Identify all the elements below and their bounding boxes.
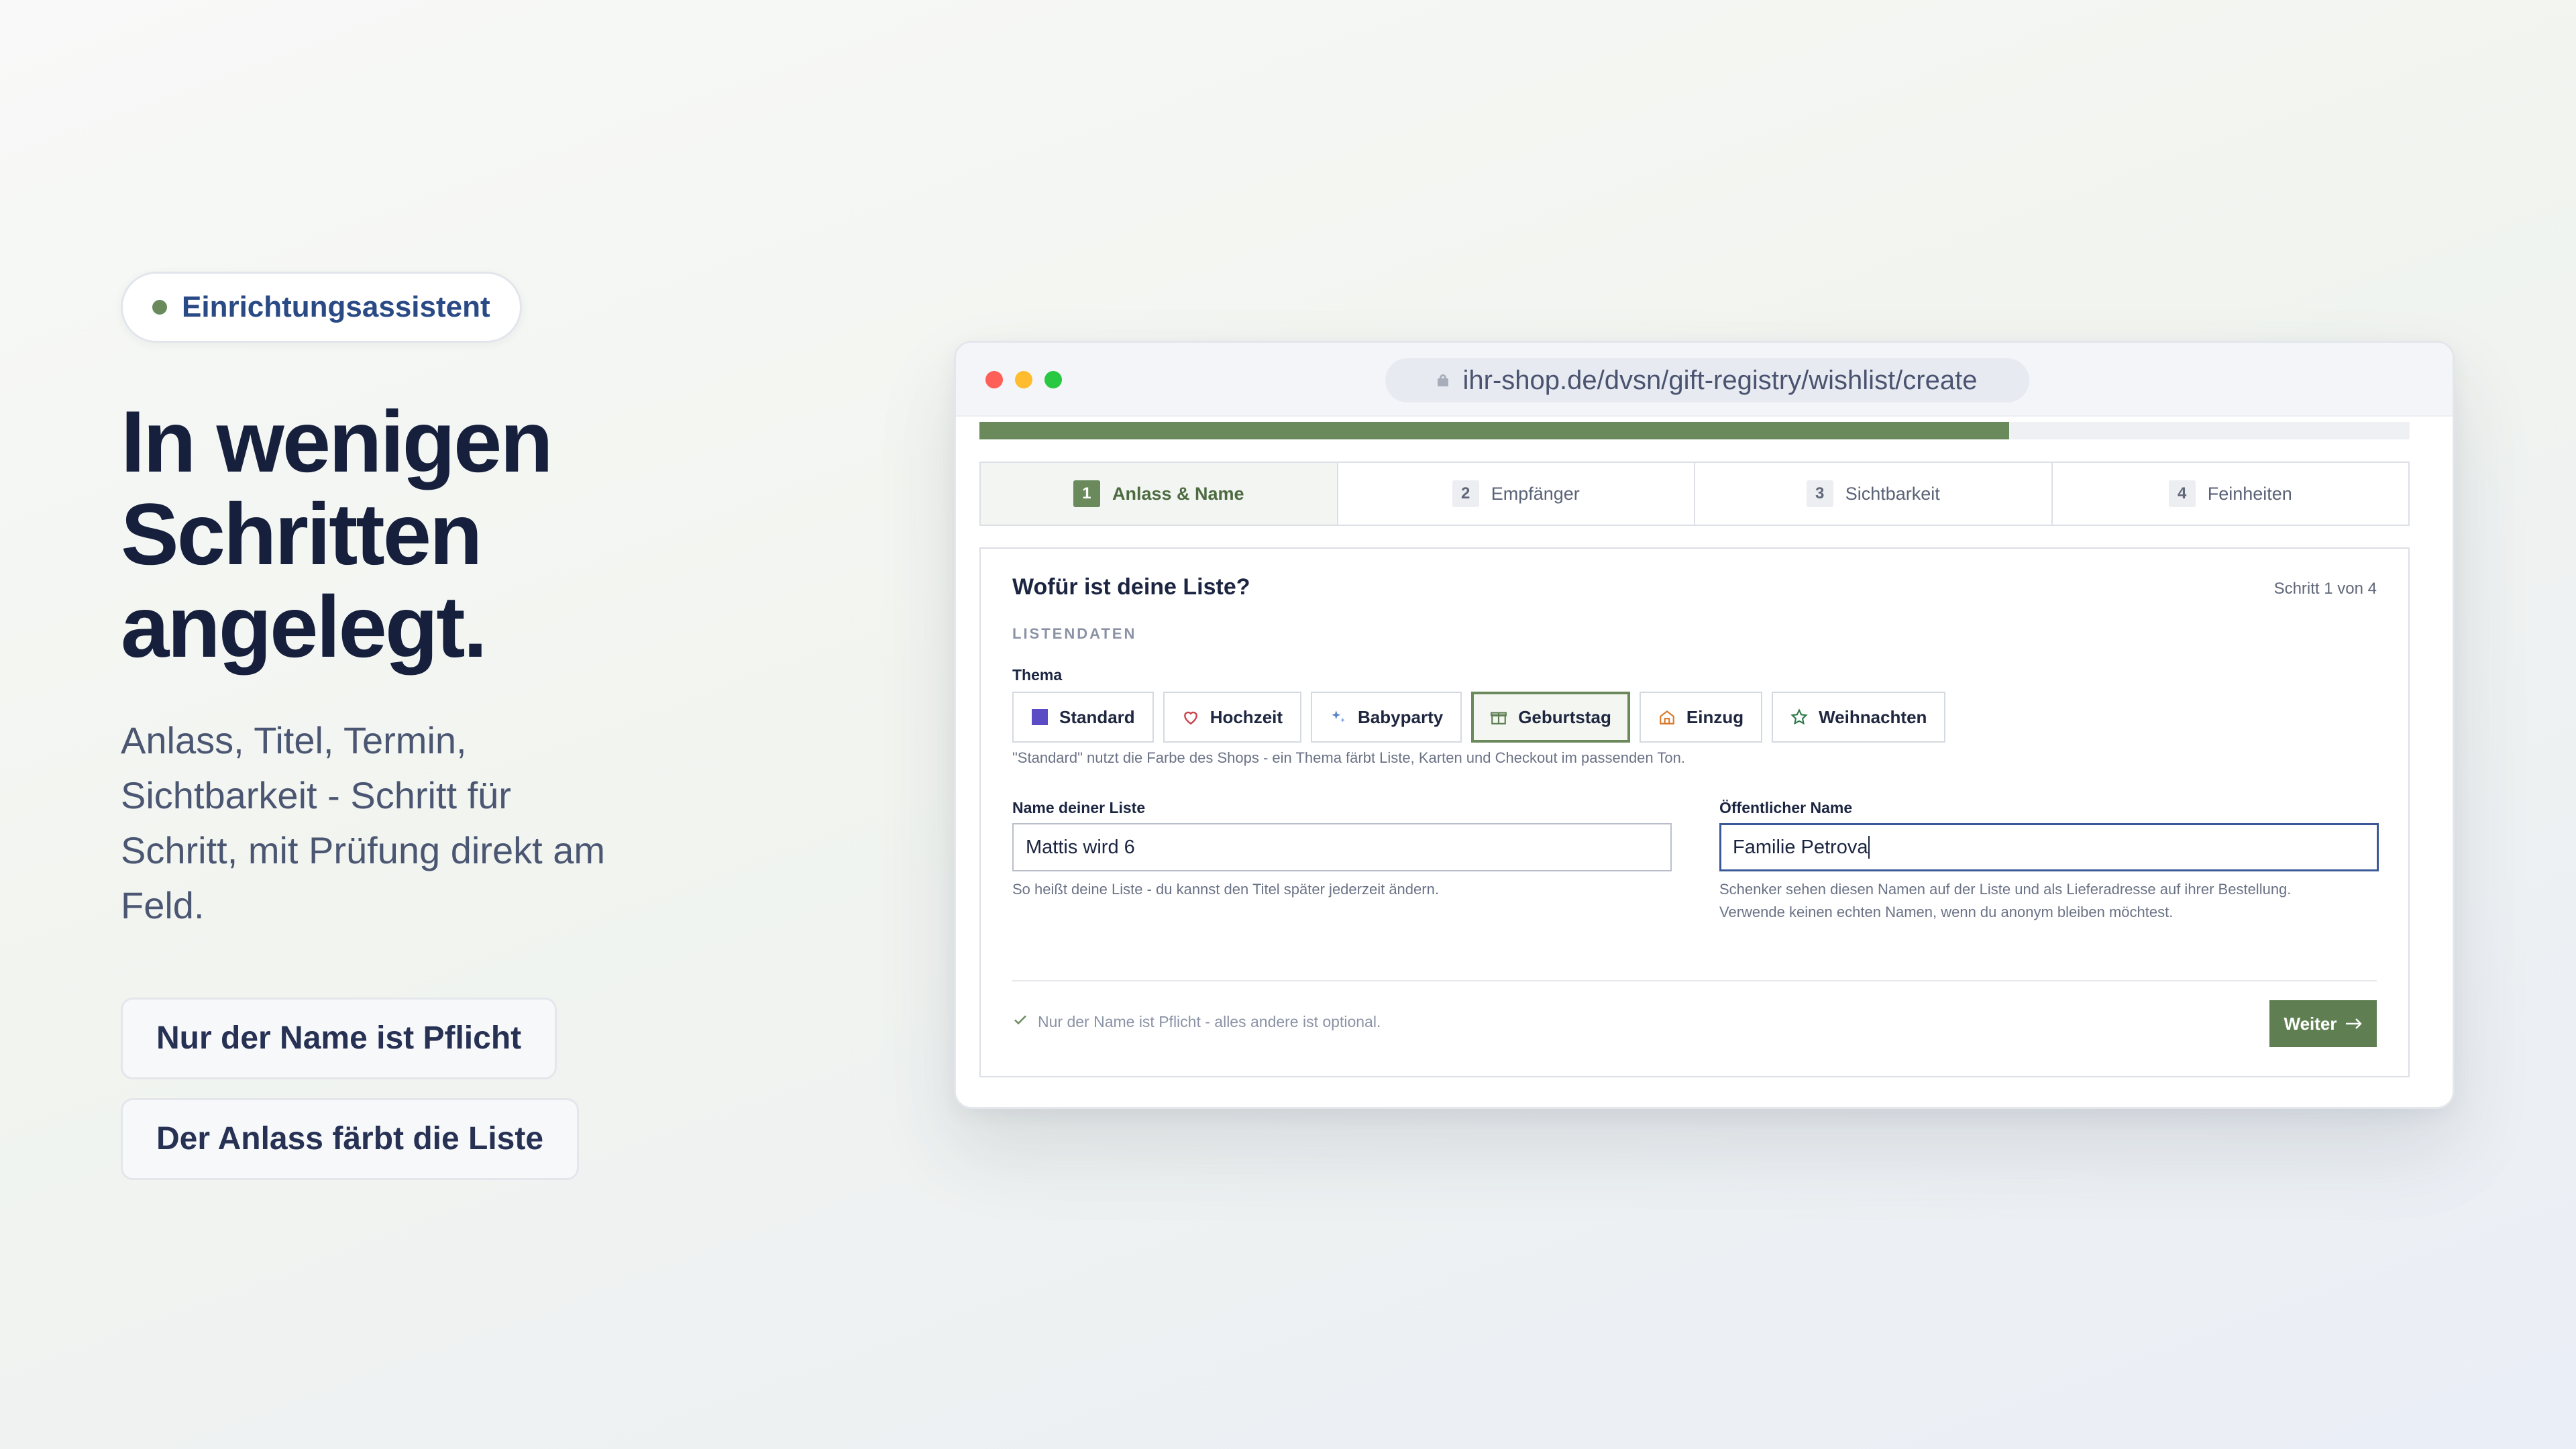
theme-option-weihnachten[interactable]: Weihnachten [1772, 692, 1946, 743]
text-caret [1868, 836, 1870, 859]
theme-help-text: "Standard" nutzt die Farbe des Shops - e… [1012, 749, 1685, 766]
step-label: Sichtbarkeit [1845, 483, 1940, 504]
square-icon [1031, 708, 1049, 726]
sparkle-icon [1330, 708, 1347, 726]
step-number: 2 [1452, 480, 1479, 507]
list-name-value: Mattis wird 6 [1026, 836, 1135, 858]
theme-option-hochzeit[interactable]: Hochzeit [1163, 692, 1302, 743]
feature-chip-required-name: Nur der Name ist Pflicht [121, 998, 557, 1079]
step-tabs: 1 Anlass & Name 2 Empfänger 3 Sichtbarke… [979, 462, 2410, 526]
theme-option-einzug[interactable]: Einzug [1639, 692, 1763, 743]
maximize-window-icon[interactable] [1044, 371, 1062, 388]
step-number: 1 [1073, 480, 1100, 507]
next-button-label: Weiter [2284, 1013, 2337, 1034]
house-icon [1658, 708, 1676, 726]
step-tab-feinheiten[interactable]: 4 Feinheiten [2052, 463, 2408, 525]
step-tab-sichtbarkeit[interactable]: 3 Sichtbarkeit [1695, 463, 2053, 525]
next-button[interactable]: Weiter [2269, 1000, 2377, 1047]
required-hint-text: Nur der Name ist Pflicht - alles andere … [1038, 1012, 1381, 1030]
theme-selector: Standard Hochzeit Babyparty Geburtstag E… [1012, 692, 1946, 743]
browser-window: ihr-shop.de/dvsn/gift-registry/wishlist/… [954, 341, 2455, 1109]
progress-bar [979, 422, 2410, 439]
badge-label: Einrichtungsassistent [182, 290, 490, 323]
theme-option-babyparty[interactable]: Babyparty [1311, 692, 1462, 743]
theme-option-label: Einzug [1686, 706, 1744, 727]
minimize-window-icon[interactable] [1015, 371, 1032, 388]
public-name-value: Familie Petrova [1733, 836, 1868, 858]
public-name-help-2: Verwende keinen echten Namen, wenn du an… [1719, 904, 2174, 920]
list-name-label: Name deiner Liste [1012, 799, 1146, 816]
public-name-label: Öffentlicher Name [1719, 799, 1853, 816]
feature-chips: Nur der Name ist Pflicht Der Anlass färb… [121, 933, 724, 1180]
theme-option-label: Weihnachten [1819, 706, 1927, 727]
hero-section: Einrichtungsassistent In wenigen Schritt… [121, 272, 724, 1180]
section-heading: LISTENDATEN [1012, 625, 1137, 642]
page-content: 1 Anlass & Name 2 Empfänger 3 Sichtbarke… [956, 417, 2453, 1107]
theme-option-label: Babyparty [1358, 706, 1444, 727]
theme-option-geburtstag[interactable]: Geburtstag [1471, 692, 1630, 743]
hero-subtitle: Anlass, Titel, Termin, Sichtbarkeit - Sc… [121, 719, 606, 926]
browser-titlebar: ihr-shop.de/dvsn/gift-registry/wishlist/… [956, 343, 2453, 417]
check-icon [1012, 1012, 1028, 1032]
step-label: Feinheiten [2207, 483, 2292, 504]
gift-icon [1490, 708, 1507, 726]
step-tab-anlass-name[interactable]: 1 Anlass & Name [981, 463, 1338, 525]
form-title: Wofür ist deine Liste? [1012, 574, 1250, 600]
hero-headline: In wenigen Schritten angelegt. [121, 392, 553, 676]
theme-label: Thema [1012, 666, 1063, 684]
heart-icon [1182, 708, 1199, 726]
arrow-right-icon [2345, 1014, 2363, 1034]
step-number: 3 [1806, 480, 1833, 507]
theme-option-standard[interactable]: Standard [1012, 692, 1154, 743]
url-text: ihr-shop.de/dvsn/gift-registry/wishlist/… [1462, 365, 1978, 395]
lock-icon [1437, 374, 1448, 386]
theme-option-label: Standard [1059, 706, 1135, 727]
assistant-badge: Einrichtungsassistent [121, 272, 522, 343]
step-tab-empfaenger[interactable]: 2 Empfänger [1338, 463, 1695, 525]
address-bar[interactable]: ihr-shop.de/dvsn/gift-registry/wishlist/… [1385, 358, 2029, 402]
public-name-help-1: Schenker sehen diesen Namen auf der List… [1719, 881, 2292, 898]
progress-fill [979, 422, 2010, 439]
form-divider [1012, 980, 2377, 981]
step-label: Empfänger [1491, 483, 1580, 504]
required-hint: Nur der Name ist Pflicht - alles andere … [1012, 1012, 1381, 1032]
status-dot-icon [152, 300, 167, 315]
close-window-icon[interactable] [985, 371, 1003, 388]
step-label: Anlass & Name [1112, 483, 1244, 504]
public-name-input[interactable]: Familie Petrova [1719, 823, 2379, 871]
star-icon [1790, 708, 1808, 726]
feature-chip-theme-color: Der Anlass färbt die Liste [121, 1098, 580, 1180]
form-card: Wofür ist deine Liste? Schritt 1 von 4 L… [979, 547, 2410, 1077]
list-name-help: So heißt deine Liste - du kannst den Tit… [1012, 881, 1439, 898]
theme-option-label: Hochzeit [1210, 706, 1283, 727]
list-name-input[interactable]: Mattis wird 6 [1012, 823, 1672, 871]
step-indicator: Schritt 1 von 4 [2273, 580, 2377, 598]
theme-option-label: Geburtstag [1518, 706, 1611, 727]
step-number: 4 [2168, 480, 2196, 507]
